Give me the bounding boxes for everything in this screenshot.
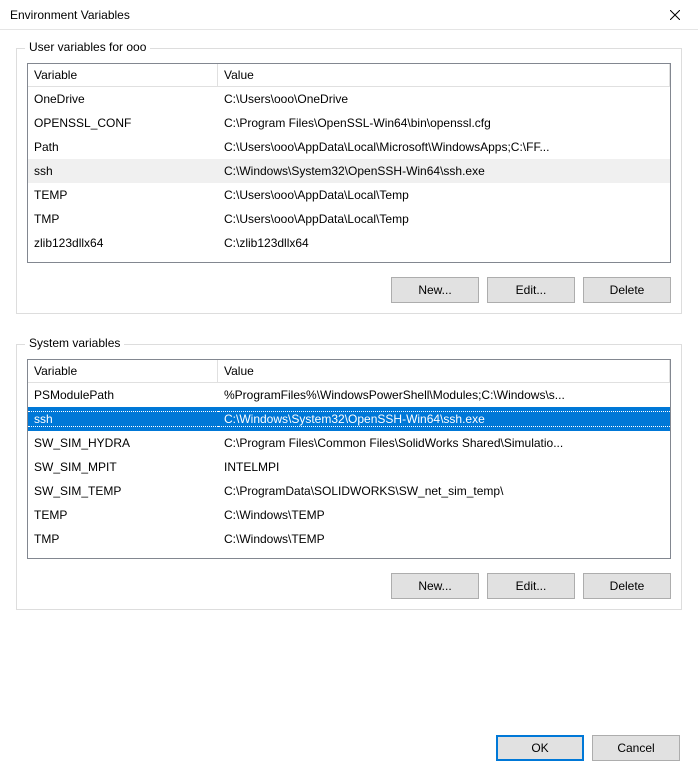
cell-value: C:\Users\ooo\AppData\Local\Microsoft\Win… [218,140,670,154]
user-new-button[interactable]: New... [391,277,479,303]
cell-value: C:\Windows\TEMP [218,508,670,522]
cell-value: C:\zlib123dllx64 [218,236,670,250]
user-variables-list[interactable]: Variable Value OneDriveC:\Users\ooo\OneD… [27,63,671,263]
close-button[interactable] [652,0,698,30]
user-delete-button[interactable]: Delete [583,277,671,303]
system-new-button[interactable]: New... [391,573,479,599]
user-button-row: New... Edit... Delete [27,277,671,303]
cell-value: C:\Windows\System32\OpenSSH-Win64\ssh.ex… [218,411,670,427]
system-delete-button[interactable]: Delete [583,573,671,599]
cell-variable: OPENSSL_CONF [28,116,218,130]
cancel-button[interactable]: Cancel [592,735,680,761]
cell-value: C:\Windows\System32\OpenSSH-Win64\ssh.ex… [218,164,670,178]
ok-button[interactable]: OK [496,735,584,761]
table-row[interactable]: TMPC:\Users\ooo\AppData\Local\Temp [28,207,670,231]
table-row[interactable]: OneDriveC:\Users\ooo\OneDrive [28,87,670,111]
cell-variable: SW_SIM_TEMP [28,484,218,498]
table-row[interactable]: SW_SIM_MPITINTELMPI [28,455,670,479]
table-row[interactable]: PSModulePath%ProgramFiles%\WindowsPowerS… [28,383,670,407]
table-row[interactable]: TMPC:\Windows\TEMP [28,527,670,551]
cell-variable: TMP [28,532,218,546]
table-row[interactable]: SW_SIM_HYDRAC:\Program Files\Common File… [28,431,670,455]
cell-value: C:\Program Files\OpenSSL-Win64\bin\opens… [218,116,670,130]
cell-variable: SW_SIM_HYDRA [28,436,218,450]
system-list-header: Variable Value [28,360,670,383]
cell-variable: USERNAME [28,556,218,558]
cell-variable: TMP [28,212,218,226]
dialog-content: User variables for ooo Variable Value On… [0,30,698,650]
table-row[interactable]: USERNAMESYSTEM [28,551,670,558]
cell-value: C:\Users\ooo\AppData\Local\Temp [218,188,670,202]
titlebar: Environment Variables [0,0,698,30]
cell-value: SYSTEM [218,556,670,558]
cell-value: %ProgramFiles%\WindowsPowerShell\Modules… [218,388,670,402]
table-row[interactable]: zlib123dllx64C:\zlib123dllx64 [28,231,670,255]
system-edit-button[interactable]: Edit... [487,573,575,599]
user-variables-label: User variables for ooo [25,40,150,54]
column-header-value[interactable]: Value [218,360,670,382]
cell-value: C:\Users\ooo\OneDrive [218,92,670,106]
cell-value: C:\Program Files\Common Files\SolidWorks… [218,436,670,450]
dialog-button-row: OK Cancel [0,735,698,775]
cell-variable: zlib123dllx64 [28,236,218,250]
table-row[interactable]: PathC:\Users\ooo\AppData\Local\Microsoft… [28,135,670,159]
cell-variable: OneDrive [28,92,218,106]
close-icon [670,10,680,20]
cell-value: C:\Windows\TEMP [218,532,670,546]
user-variables-group: User variables for ooo Variable Value On… [16,48,682,314]
cell-variable: ssh [28,164,218,178]
cell-variable: PSModulePath [28,388,218,402]
table-row[interactable]: TEMPC:\Windows\TEMP [28,503,670,527]
table-row[interactable]: SW_SIM_TEMPC:\ProgramData\SOLIDWORKS\SW_… [28,479,670,503]
system-button-row: New... Edit... Delete [27,573,671,599]
column-header-value[interactable]: Value [218,64,670,86]
system-variables-list[interactable]: Variable Value PSModulePath%ProgramFiles… [27,359,671,559]
column-header-variable[interactable]: Variable [28,360,218,382]
window-title: Environment Variables [10,8,130,22]
cell-variable: ssh [28,411,218,427]
cell-variable: TEMP [28,188,218,202]
cell-value: C:\ProgramData\SOLIDWORKS\SW_net_sim_tem… [218,484,670,498]
cell-variable: SW_SIM_MPIT [28,460,218,474]
cell-value: C:\Users\ooo\AppData\Local\Temp [218,212,670,226]
column-header-variable[interactable]: Variable [28,64,218,86]
system-variables-group: System variables Variable Value PSModule… [16,344,682,610]
cell-variable: TEMP [28,508,218,522]
table-row[interactable]: TEMPC:\Users\ooo\AppData\Local\Temp [28,183,670,207]
cell-value: INTELMPI [218,460,670,474]
system-variables-label: System variables [25,336,124,350]
table-row[interactable]: OPENSSL_CONFC:\Program Files\OpenSSL-Win… [28,111,670,135]
table-row[interactable]: sshC:\Windows\System32\OpenSSH-Win64\ssh… [28,159,670,183]
user-edit-button[interactable]: Edit... [487,277,575,303]
user-list-header: Variable Value [28,64,670,87]
table-row[interactable]: sshC:\Windows\System32\OpenSSH-Win64\ssh… [28,407,670,431]
cell-variable: Path [28,140,218,154]
